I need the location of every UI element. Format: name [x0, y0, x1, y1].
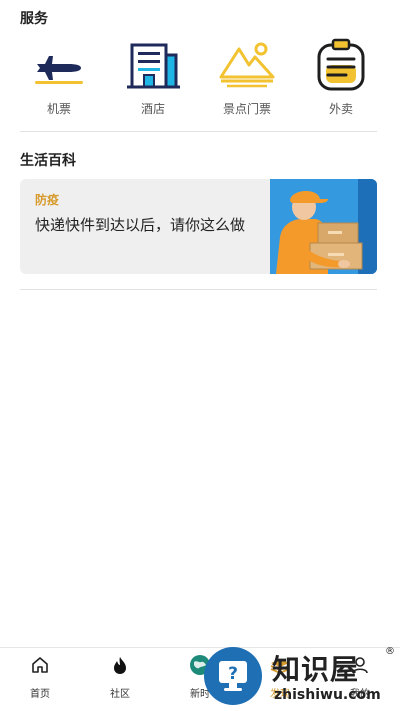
service-label: 酒店	[140, 102, 165, 116]
airplane-icon	[29, 36, 89, 92]
flame-icon	[109, 654, 131, 676]
service-label: 景点门票	[222, 102, 271, 116]
tab-label: 首页	[30, 689, 50, 700]
tab-label: 社区	[110, 689, 130, 700]
watermark-symbol: ?	[228, 664, 238, 684]
service-hotel[interactable]: 酒店	[113, 36, 193, 120]
home-icon	[29, 654, 51, 676]
services-section-title: 服务	[20, 11, 48, 27]
delivery-person-image	[270, 179, 377, 274]
hotel-building-icon	[123, 36, 183, 92]
watermark-brand: 知识屋	[272, 653, 360, 686]
site-watermark: ? 知识屋 ® zhishiwu.com	[200, 644, 400, 711]
mountain-ticket-icon	[217, 36, 277, 92]
service-takeout[interactable]: 外卖	[301, 36, 381, 120]
question-monitor-icon: ?	[204, 647, 262, 705]
article-title: 快递快件到达以后，请你这么做	[35, 216, 246, 234]
tab-community[interactable]: 社区	[80, 648, 160, 711]
life-section-title: 生活百科	[20, 153, 76, 169]
services-grid: 机票 酒店 景点门票 外卖	[0, 36, 400, 120]
service-label: 机票	[46, 102, 71, 116]
service-flight[interactable]: 机票	[19, 36, 99, 120]
registered-mark: ®	[385, 646, 395, 657]
section-divider	[20, 131, 377, 132]
watermark-domain: zhishiwu.com	[274, 687, 381, 703]
tab-home[interactable]: 首页	[0, 648, 80, 711]
article-card[interactable]: 防疫 快递快件到达以后，请你这么做	[20, 179, 377, 274]
clipboard-takeout-icon	[311, 36, 371, 92]
service-attraction-tickets[interactable]: 景点门票	[207, 36, 287, 120]
section-divider	[20, 289, 377, 290]
article-tag: 防疫	[35, 193, 60, 207]
service-label: 外卖	[328, 102, 353, 116]
